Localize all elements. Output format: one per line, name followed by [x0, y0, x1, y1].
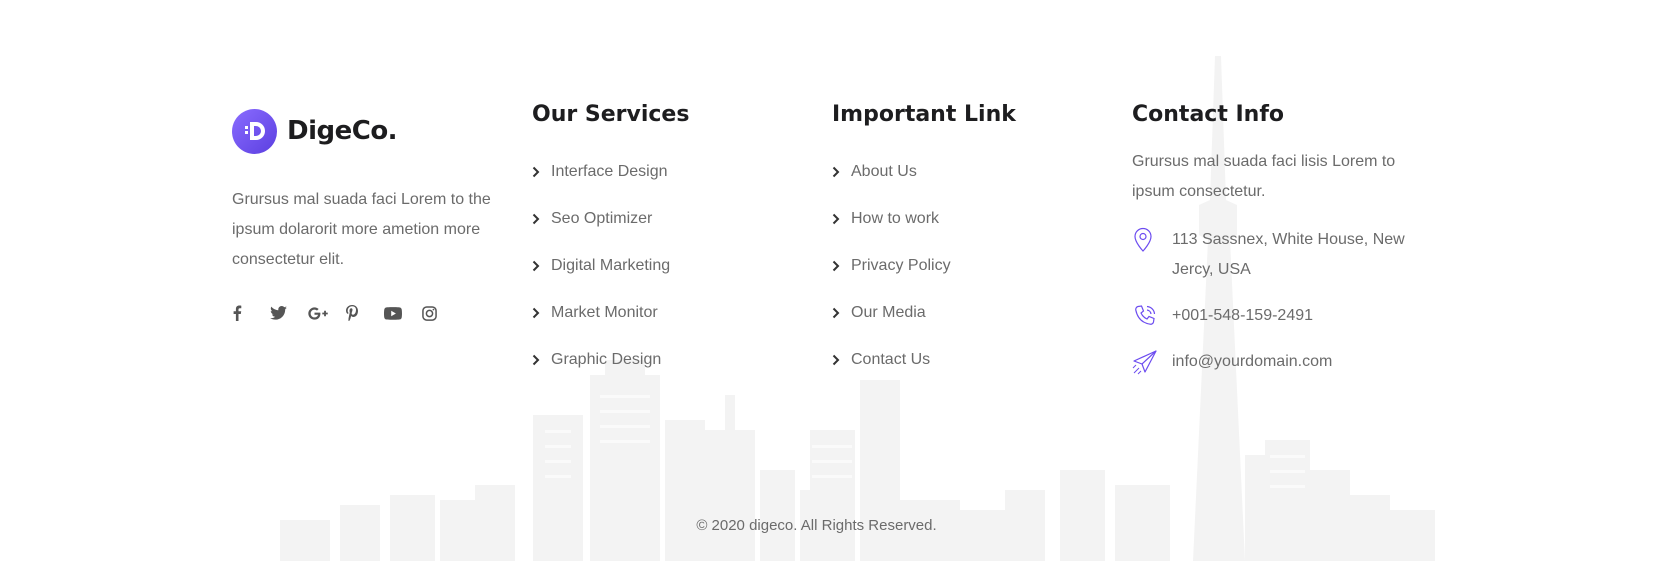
- services-title: Our Services: [532, 102, 690, 127]
- link-how-to-work[interactable]: How to work: [832, 195, 1092, 242]
- chevron-right-icon: [532, 213, 551, 225]
- services-link-seo-optimizer[interactable]: Seo Optimizer: [532, 195, 792, 242]
- link-label: Privacy Policy: [851, 256, 951, 274]
- contact-address: 113 Sassnex, White House, New Jercy, USA: [1132, 225, 1432, 285]
- services-link-label: Digital Marketing: [551, 256, 671, 274]
- contact-email-value: info@yourdomain.com: [1172, 353, 1333, 370]
- social-links: [232, 303, 502, 323]
- contact-phone[interactable]: +001-548-159-2491: [1132, 301, 1432, 331]
- services-link-label: Interface Design: [551, 162, 668, 180]
- brand-name: DigeCo.: [287, 116, 398, 146]
- important-links-title: Important Link: [832, 102, 1016, 127]
- map-pin-icon: [1132, 225, 1172, 255]
- logo[interactable]: DigeCo.: [232, 103, 502, 159]
- services-link-label: Seo Optimizer: [551, 209, 653, 227]
- services-list: Interface Design Seo Optimizer Digital M…: [532, 148, 792, 383]
- link-label: Contact Us: [851, 350, 931, 368]
- chevron-right-icon: [532, 354, 551, 366]
- link-label: Our Media: [851, 303, 926, 321]
- chevron-right-icon: [532, 307, 551, 319]
- logo-mark-icon: [232, 108, 277, 154]
- chevron-right-icon: [832, 307, 851, 319]
- copyright-text: © 2020 digeco. All Rights Reserved.: [696, 517, 937, 534]
- chevron-right-icon: [532, 166, 551, 178]
- contact-text: Grursus mal suada faci lisis Lorem to ip…: [1132, 153, 1396, 200]
- chevron-right-icon: [832, 213, 851, 225]
- instagram-icon[interactable]: [422, 303, 460, 323]
- about-column: DigeCo. Grursus mal suada faci Lorem to …: [232, 98, 502, 323]
- services-link-graphic-design[interactable]: Graphic Design: [532, 336, 792, 383]
- twitter-icon[interactable]: [270, 303, 308, 323]
- important-links-column: Important Link About Us How to work Priv…: [832, 98, 1092, 383]
- youtube-icon[interactable]: [384, 303, 422, 323]
- chevron-right-icon: [832, 354, 851, 366]
- link-about-us[interactable]: About Us: [832, 148, 1092, 195]
- link-our-media[interactable]: Our Media: [832, 289, 1092, 336]
- chevron-right-icon: [832, 260, 851, 272]
- contact-title: Contact Info: [1132, 102, 1285, 127]
- contact-address-value: 113 Sassnex, White House, New Jercy, USA: [1172, 231, 1405, 278]
- about-text: Grursus mal suada faci Lorem to the ipsu…: [232, 191, 491, 268]
- contact-email[interactable]: info@yourdomain.com: [1132, 347, 1432, 377]
- paper-plane-icon: [1132, 347, 1172, 377]
- phone-icon: [1132, 301, 1172, 331]
- services-link-market-monitor[interactable]: Market Monitor: [532, 289, 792, 336]
- important-links-list: About Us How to work Privacy Policy Our …: [832, 148, 1092, 383]
- link-label: How to work: [851, 209, 940, 227]
- services-link-interface-design[interactable]: Interface Design: [532, 148, 792, 195]
- link-contact-us[interactable]: Contact Us: [832, 336, 1092, 383]
- services-column: Our Services Interface Design Seo Optimi…: [532, 98, 792, 383]
- chevron-right-icon: [532, 260, 551, 272]
- contact-column: Contact Info Grursus mal suada faci lisi…: [1132, 98, 1432, 377]
- pinterest-icon[interactable]: [346, 303, 384, 323]
- google-plus-icon[interactable]: [308, 303, 346, 323]
- chevron-right-icon: [832, 166, 851, 178]
- facebook-icon[interactable]: [232, 303, 270, 323]
- services-link-digital-marketing[interactable]: Digital Marketing: [532, 242, 792, 289]
- services-link-label: Graphic Design: [551, 350, 662, 368]
- contact-phone-value: +001-548-159-2491: [1172, 307, 1314, 324]
- services-link-label: Market Monitor: [551, 303, 658, 321]
- site-footer: DigeCo. Grursus mal suada faci Lorem to …: [0, 0, 1653, 561]
- link-label: About Us: [851, 162, 917, 180]
- link-privacy-policy[interactable]: Privacy Policy: [832, 242, 1092, 289]
